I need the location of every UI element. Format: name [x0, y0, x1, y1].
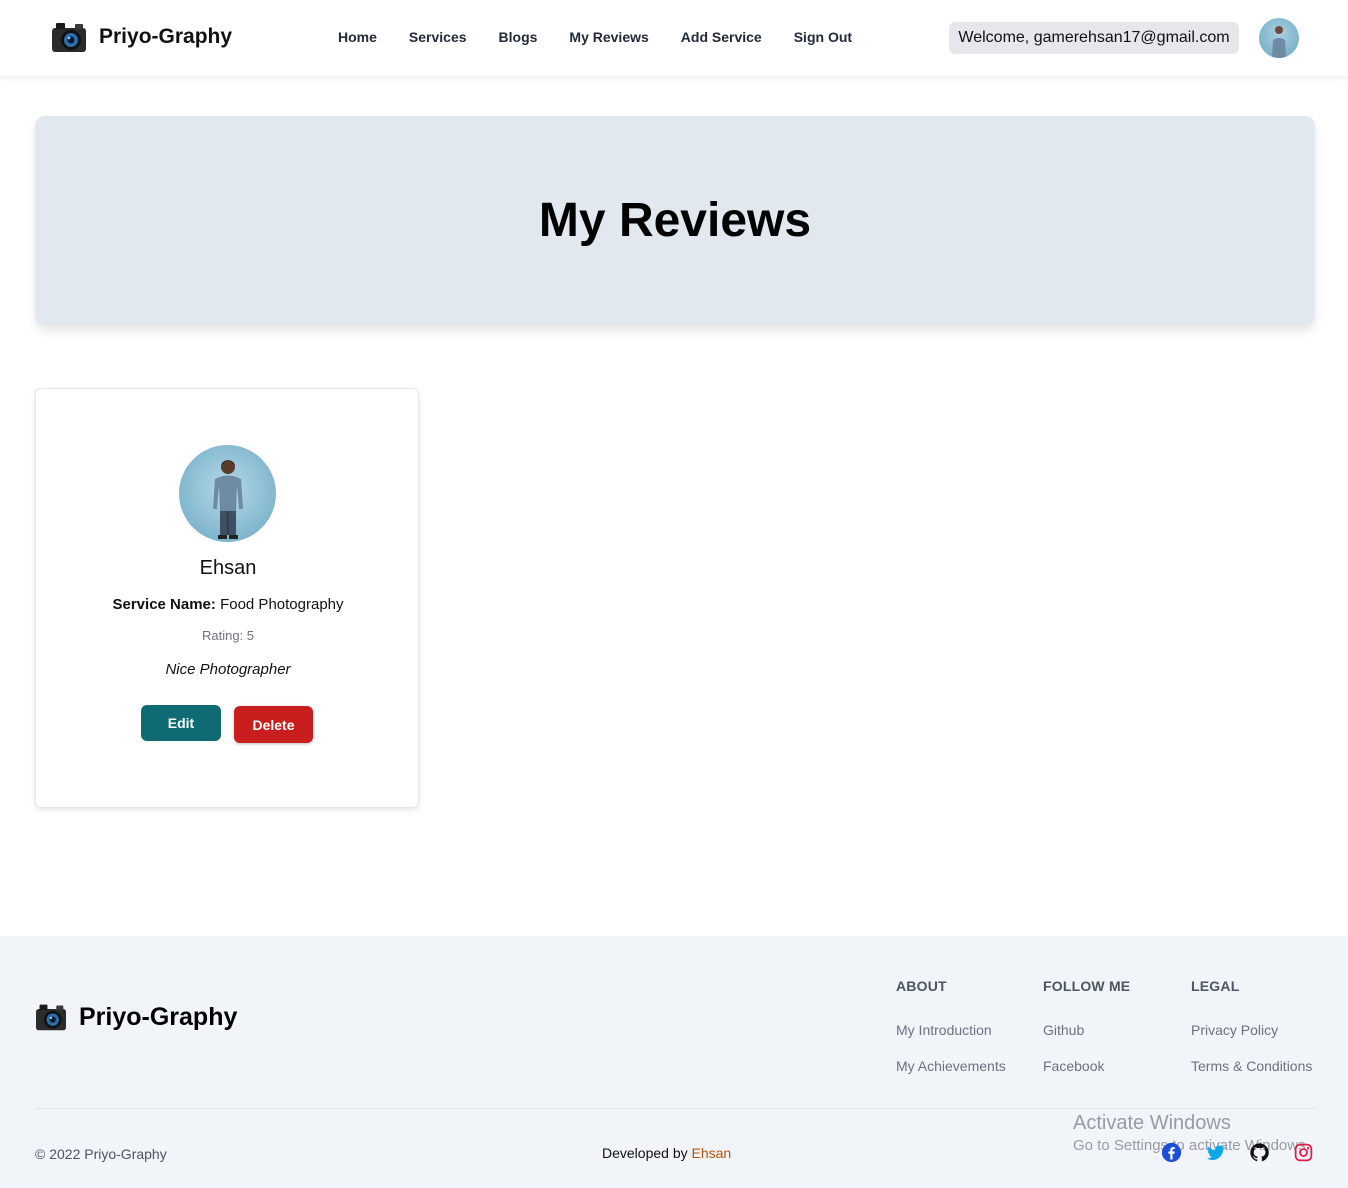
footer-link-privacy[interactable]: Privacy Policy [1191, 1022, 1312, 1038]
footer-legal-title: LEGAL [1191, 978, 1240, 994]
person-photo-icon [213, 460, 243, 539]
developed-prefix: Developed by [602, 1145, 688, 1161]
welcome-badge: Welcome, gamerehsan17@gmail.com [949, 22, 1239, 54]
footer: Priyo-Graphy ABOUT My Introduction My Ac… [0, 936, 1348, 1188]
review-rating: Rating: 5 [201, 628, 255, 643]
page-title: My Reviews [538, 194, 812, 247]
footer-about-column: ABOUT My Introduction My Achievements [896, 978, 1006, 1094]
reviewer-name: Ehsan [199, 557, 257, 579]
brand-logo-link[interactable]: Priyo-Graphy [51, 20, 232, 54]
review-text: Nice Photographer [165, 661, 291, 678]
brand-name: Priyo-Graphy [99, 25, 233, 48]
edit-button[interactable]: Edit [141, 705, 221, 741]
footer-about-title: ABOUT [896, 978, 947, 994]
nav-add-service[interactable]: Add Service [681, 29, 762, 45]
footer-divider [35, 1108, 1315, 1109]
developed-by: Developed by Ehsan [602, 1145, 731, 1161]
service-name: Food Photography [220, 596, 344, 613]
review-card: Ehsan Service Name: Food Photography Rat… [35, 388, 419, 808]
developer-link[interactable]: Ehsan [692, 1145, 732, 1161]
github-icon[interactable] [1249, 1142, 1270, 1163]
camera-icon [52, 23, 86, 52]
reviewer-avatar [179, 445, 276, 542]
nav-blogs[interactable]: Blogs [499, 29, 538, 45]
footer-link-facebook[interactable]: Facebook [1043, 1058, 1130, 1074]
footer-link-introduction[interactable]: My Introduction [896, 1022, 1006, 1038]
nav-services[interactable]: Services [409, 29, 467, 45]
footer-brand-name: Priyo-Graphy [79, 1002, 238, 1031]
footer-follow-title: FOLLOW ME [1043, 978, 1131, 994]
facebook-icon[interactable] [1161, 1142, 1182, 1163]
service-line: Service Name: Food Photography [36, 596, 420, 613]
nav-sign-out[interactable]: Sign Out [794, 29, 852, 45]
person-photo-icon [1272, 26, 1286, 58]
social-icons [1161, 1142, 1314, 1163]
instagram-icon[interactable] [1293, 1142, 1314, 1163]
delete-button[interactable]: Delete [234, 706, 313, 743]
service-label: Service Name: [112, 596, 216, 613]
footer-follow-column: FOLLOW ME Github Facebook [1043, 978, 1130, 1094]
twitter-icon[interactable] [1205, 1142, 1226, 1163]
watermark-line1: Activate Windows [1073, 1112, 1231, 1134]
nav-my-reviews[interactable]: My Reviews [569, 29, 648, 45]
footer-link-achievements[interactable]: My Achievements [896, 1058, 1006, 1074]
nav-links: Home Services Blogs My Reviews Add Servi… [338, 29, 884, 45]
footer-legal-column: LEGAL Privacy Policy Terms & Conditions [1191, 978, 1312, 1094]
user-avatar[interactable] [1259, 18, 1299, 58]
camera-icon [36, 1004, 66, 1031]
footer-brand-link[interactable]: Priyo-Graphy [35, 1002, 237, 1032]
footer-link-terms[interactable]: Terms & Conditions [1191, 1058, 1312, 1074]
nav-home[interactable]: Home [338, 29, 377, 45]
navbar: Priyo-Graphy Home Services Blogs My Revi… [0, 0, 1348, 76]
footer-link-github[interactable]: Github [1043, 1022, 1130, 1038]
copyright-text: © 2022 Priyo-Graphy [35, 1146, 167, 1162]
page-header: My Reviews [35, 116, 1315, 325]
